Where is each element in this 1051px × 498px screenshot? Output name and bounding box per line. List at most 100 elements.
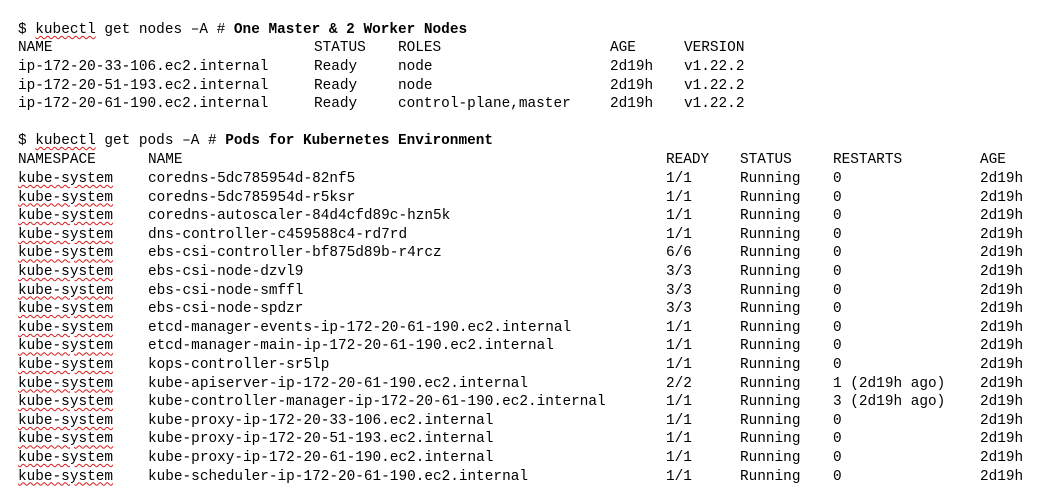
cell-age: 2d19h xyxy=(980,282,1024,299)
cell-version: v1.22.2 xyxy=(684,59,745,75)
cell-restarts: 0 xyxy=(833,189,842,206)
cell-restarts: 0 xyxy=(833,245,842,262)
cell-name: coredns-5dc785954d-82nf5 xyxy=(148,171,356,187)
cell-namespace: kube-system xyxy=(18,468,113,485)
cell-status: Running xyxy=(740,394,801,411)
cell-namespace: kube-system xyxy=(18,189,113,206)
cell-name: ip-172-20-33-106.ec2.internal xyxy=(18,59,269,75)
cell-status: Running xyxy=(740,375,801,392)
cell-status: Running xyxy=(740,357,801,373)
cell-status: Running xyxy=(740,282,801,299)
cell-restarts: 0 xyxy=(833,468,842,485)
cell-status: Ready xyxy=(314,59,358,75)
cell-status: Running xyxy=(740,264,801,280)
cell-status: Running xyxy=(740,226,801,243)
prompt-symbol: $ xyxy=(18,22,36,38)
prompt-symbol: $ xyxy=(18,133,36,149)
cell-namespace: kube-system xyxy=(18,171,113,187)
cell-restarts: 0 xyxy=(833,357,842,373)
cell-name: kube-apiserver-ip-172-20-61-190.ec2.inte… xyxy=(148,375,528,392)
cell-name: kube-proxy-ip-172-20-61-190.ec2.internal xyxy=(148,450,494,466)
cell-namespace: kube-system xyxy=(18,338,113,355)
cell-age: 2d19h xyxy=(980,375,1024,392)
command-args: get nodes –A # xyxy=(95,22,234,38)
cell-restarts: 0 xyxy=(833,226,842,243)
cell-age: 2d19h xyxy=(980,171,1024,187)
cell-roles: node xyxy=(398,59,433,75)
cell-restarts: 3 (2d19h ago) xyxy=(833,394,946,411)
cell-age: 2d19h xyxy=(980,450,1024,466)
cell-age: 2d19h xyxy=(980,468,1024,485)
cell-name: ebs-csi-controller-bf875d89b-r4rcz xyxy=(148,245,442,262)
cell-age: 2d19h xyxy=(980,208,1024,225)
cell-age: 2d19h xyxy=(980,412,1024,429)
cell-status: Running xyxy=(740,412,801,429)
cell-status: Running xyxy=(740,301,801,318)
cell-restarts: 0 xyxy=(833,282,842,299)
cell-ready: 1/1 xyxy=(666,171,692,187)
cell-name: coredns-5dc785954d-r5ksr xyxy=(148,189,356,206)
cell-ready: 6/6 xyxy=(666,245,692,262)
cell-ready: 3/3 xyxy=(666,301,692,318)
cell-age: 2d19h xyxy=(980,189,1024,206)
cell-status: Running xyxy=(740,338,801,355)
cell-status: Running xyxy=(740,245,801,262)
cell-name: dns-controller-c459588c4-rd7rd xyxy=(148,226,408,243)
cell-ready: 1/1 xyxy=(666,189,692,206)
pods-command-line: $ kubectl get pods –A # Pods for Kuberne… xyxy=(18,132,493,150)
kubectl-command: kubectl xyxy=(35,133,96,149)
cell-namespace: kube-system xyxy=(18,375,113,392)
cell-restarts: 1 (2d19h ago) xyxy=(833,375,946,392)
cell-namespace: kube-system xyxy=(18,394,113,411)
nodes-table-header: NAME STATUS ROLES AGE VERSION xyxy=(18,39,744,57)
cell-restarts: 0 xyxy=(833,338,842,355)
cell-name: kube-proxy-ip-172-20-33-106.ec2.internal xyxy=(148,412,494,429)
cell-namespace: kube-system xyxy=(18,450,113,466)
cell-name: ebs-csi-node-smffl xyxy=(148,282,304,299)
cell-status: Running xyxy=(740,208,801,225)
cell-name: etcd-manager-main-ip-172-20-61-190.ec2.i… xyxy=(148,338,554,355)
cell-status: Running xyxy=(740,319,801,336)
cell-age: 2d19h xyxy=(980,357,1024,373)
cell-name: kube-scheduler-ip-172-20-61-190.ec2.inte… xyxy=(148,468,528,485)
cell-restarts: 0 xyxy=(833,319,842,336)
cell-ready: 3/3 xyxy=(666,282,692,299)
header-status: STATUS xyxy=(314,40,366,56)
header-status: STATUS xyxy=(740,152,792,168)
cell-ready: 3/3 xyxy=(666,264,692,280)
cell-restarts: 0 xyxy=(833,171,842,187)
cell-age: 2d19h xyxy=(980,226,1024,243)
cell-ready: 1/1 xyxy=(666,468,692,485)
cell-status: Running xyxy=(740,189,801,206)
cell-ready: 1/1 xyxy=(666,338,692,355)
command-args: get pods –A # xyxy=(95,133,226,149)
header-restarts: RESTARTS xyxy=(833,152,903,168)
cell-ready: 1/1 xyxy=(666,431,692,448)
cell-name: ip-172-20-61-190.ec2.internal xyxy=(18,96,269,113)
cell-status: Ready xyxy=(314,77,358,94)
cell-ready: 1/1 xyxy=(666,357,692,373)
terminal-screenshot: { "nodes_section": { "prompt": "$ ", "co… xyxy=(0,0,1051,498)
cell-restarts: 0 xyxy=(833,264,842,280)
cell-status: Running xyxy=(740,450,801,466)
cell-ready: 1/1 xyxy=(666,319,692,336)
cell-restarts: 0 xyxy=(833,412,842,429)
cell-age: 2d19h xyxy=(980,301,1024,318)
cell-name: etcd-manager-events-ip-172-20-61-190.ec2… xyxy=(148,319,572,336)
cell-namespace: kube-system xyxy=(18,412,113,429)
cell-age: 2d19h xyxy=(610,96,654,113)
pods-table-header: NAMESPACE NAME READY STATUS RESTARTS AGE xyxy=(18,151,1006,169)
cell-status: Ready xyxy=(314,96,358,113)
cell-namespace: kube-system xyxy=(18,282,113,299)
cell-restarts: 0 xyxy=(833,431,842,448)
cell-namespace: kube-system xyxy=(18,319,113,336)
cell-roles: node xyxy=(398,77,433,94)
cell-namespace: kube-system xyxy=(18,245,113,262)
cell-name: coredns-autoscaler-84d4cfd89c-hzn5k xyxy=(148,208,451,225)
cell-age: 2d19h xyxy=(980,338,1024,355)
cell-name: ebs-csi-node-dzvl9 xyxy=(148,264,304,280)
cell-status: Running xyxy=(740,468,801,485)
cell-status: Running xyxy=(740,171,801,187)
header-ready: READY xyxy=(666,152,710,168)
nodes-command-line: $ kubectl get nodes –A # One Master & 2 … xyxy=(18,21,467,39)
